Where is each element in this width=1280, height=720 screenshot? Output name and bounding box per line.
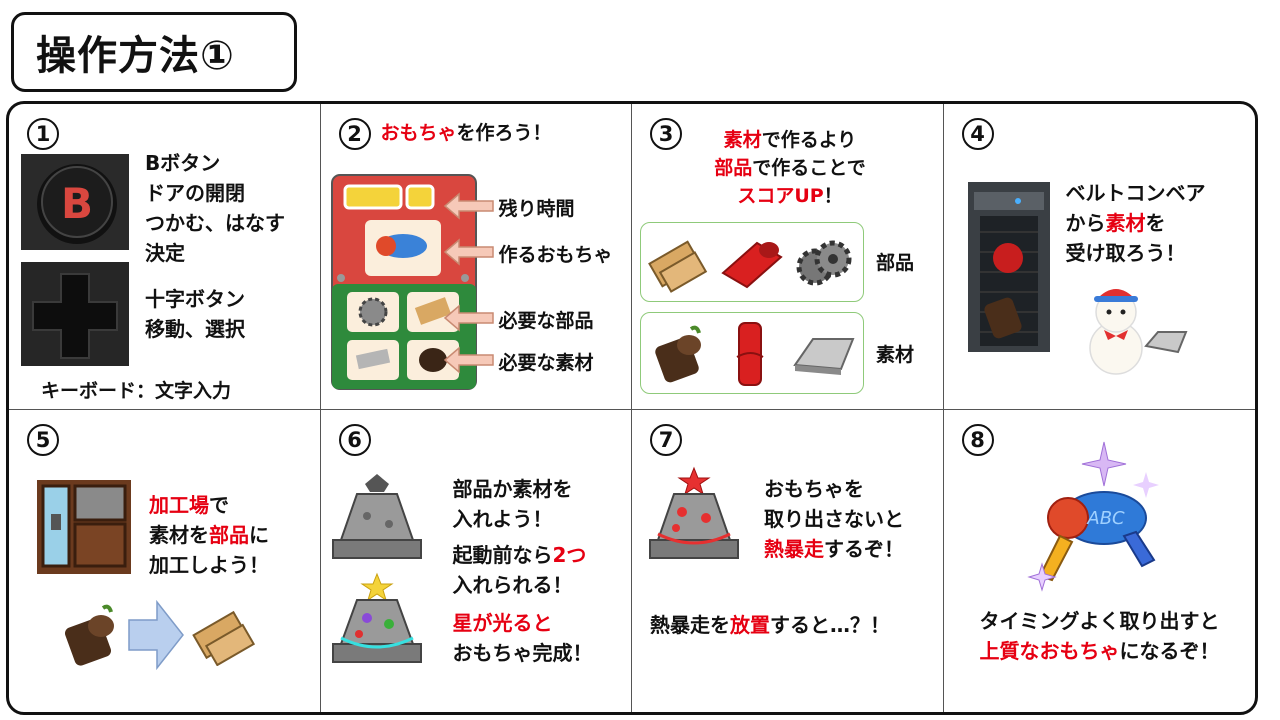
b-button-icon: B — [21, 154, 129, 250]
cell-5-workshop: 5 加工場で 素材を部品に 加工しよう！ — [9, 410, 321, 712]
cell-8-text: タイミングよく取り出すと 上質なおもちゃになるぞ！ — [979, 609, 1220, 663]
cell-6-text-b: 起動前なら2つ 入れられる！ — [452, 543, 587, 597]
cell-3-text: 素材で作るより 部品で作ることで スコアUP！ — [714, 129, 866, 207]
b-button-letter: B — [61, 179, 93, 228]
b-button-line-3: つかむ、はなす — [145, 211, 285, 235]
label-toy-to-make: 作るおもちゃ — [498, 244, 613, 266]
toy-machine-overheat-icon — [649, 466, 739, 559]
metal-ingot-icon — [793, 338, 855, 375]
log-icon — [64, 604, 114, 666]
sparkling-toy-gun-icon: ABC — [1026, 441, 1159, 592]
toy-text: ABC — [1086, 508, 1125, 529]
step-number: 6 — [338, 424, 371, 456]
arrow-icon — [443, 346, 494, 374]
wood-plank-icon — [648, 240, 708, 293]
dpad-line-2: 移動、選択 — [145, 317, 245, 341]
b-button-line-1: Bボタン — [145, 151, 221, 175]
b-button-line-4: 決定 — [145, 241, 185, 265]
wood-plank-icon — [192, 610, 256, 666]
page-title-box: 操作方法① — [11, 12, 297, 92]
parts-box — [640, 222, 864, 302]
keyboard-note: キーボード：文字入力 — [41, 380, 232, 402]
instruction-grid: 1 B Bボタン ドアの開閉 つかむ、はなす 決定 十字ボタン 移動、選択 キー… — [6, 101, 1258, 715]
step-number: 3 — [650, 118, 682, 150]
cell-7-text-2: 熱暴走を放置すると…？！ — [650, 613, 890, 637]
arrow-icon — [443, 304, 494, 332]
materials-label: 素材 — [876, 344, 915, 366]
label-required-materials: 必要な素材 — [498, 352, 594, 374]
step-number: 2 — [338, 118, 371, 150]
b-button-line-2: ドアの開閉 — [145, 181, 245, 205]
cell-2-make-toy: 2 おもちゃを作ろう！ 残り時間 作るおもちゃ 必要な部品 必要な素材 — [320, 104, 632, 410]
page-title: 操作方法① — [36, 33, 235, 79]
gear-icon — [796, 240, 852, 286]
cell-8-quality: 8 ABC タイミングよく取り出すと 上質なおもちゃになるぞ！ — [944, 410, 1256, 712]
step-number: 8 — [961, 424, 994, 456]
step-number: 4 — [961, 118, 994, 150]
cell-1-controls: 1 B Bボタン ドアの開閉 つかむ、はなす 決定 十字ボタン 移動、選択 キー… — [9, 104, 321, 410]
cell-6-text-c: 星が光ると おもちゃ完成！ — [452, 611, 593, 665]
cell-2-heading: おもちゃを作ろう！ — [380, 122, 552, 144]
snowman-character-icon — [1088, 289, 1187, 375]
arrow-right-icon — [128, 600, 184, 670]
conveyor-belt-icon — [967, 182, 1050, 352]
label-required-parts: 必要な部品 — [498, 310, 594, 332]
cell-7-overheat: 7 おもちゃを 取り出さないと 熱暴走するぞ！ 熱暴走を放置すると…？！ — [632, 410, 944, 712]
cell-6-machine: 6 部品か素材を 入れよう！ 起動前なら2つ 入れられる！ 星が光ると おもちゃ… — [321, 410, 632, 712]
arrow-icon — [443, 192, 494, 220]
step-number: 5 — [27, 424, 59, 456]
toy-machine-complete-icon — [331, 572, 422, 663]
cell-4-text: ベルトコンベア から素材を 受け取ろう！ — [1065, 181, 1206, 265]
parts-label: 部品 — [876, 252, 915, 274]
arrow-icon — [443, 238, 494, 266]
step-number: 7 — [650, 424, 682, 456]
cell-3-score: 3 素材で作るより 部品で作ることで スコアUP！ 部品 素材 — [632, 104, 944, 410]
workshop-machine-icon — [37, 480, 131, 574]
dpad-icon — [21, 262, 129, 366]
log-icon — [655, 325, 701, 383]
toy-machine-idle-icon — [331, 474, 422, 559]
cell-7-text: おもちゃを 取り出さないと 熱暴走するぞ！ — [764, 477, 904, 561]
cell-4-conveyor: 4 ベルトコンベア から素材を 受け取ろう！ — [943, 104, 1255, 410]
label-time-left: 残り時間 — [498, 198, 575, 220]
step-number: 1 — [27, 118, 59, 150]
cell-5-text: 加工場で 素材を部品に 加工しよう！ — [149, 493, 269, 577]
red-thread-spool-icon — [736, 322, 764, 386]
red-cloth-roll-icon — [721, 241, 783, 289]
materials-box — [640, 312, 864, 394]
cell-6-text-a: 部品か素材を 入れよう！ — [452, 477, 573, 531]
dpad-line-1: 十字ボタン — [145, 287, 245, 311]
